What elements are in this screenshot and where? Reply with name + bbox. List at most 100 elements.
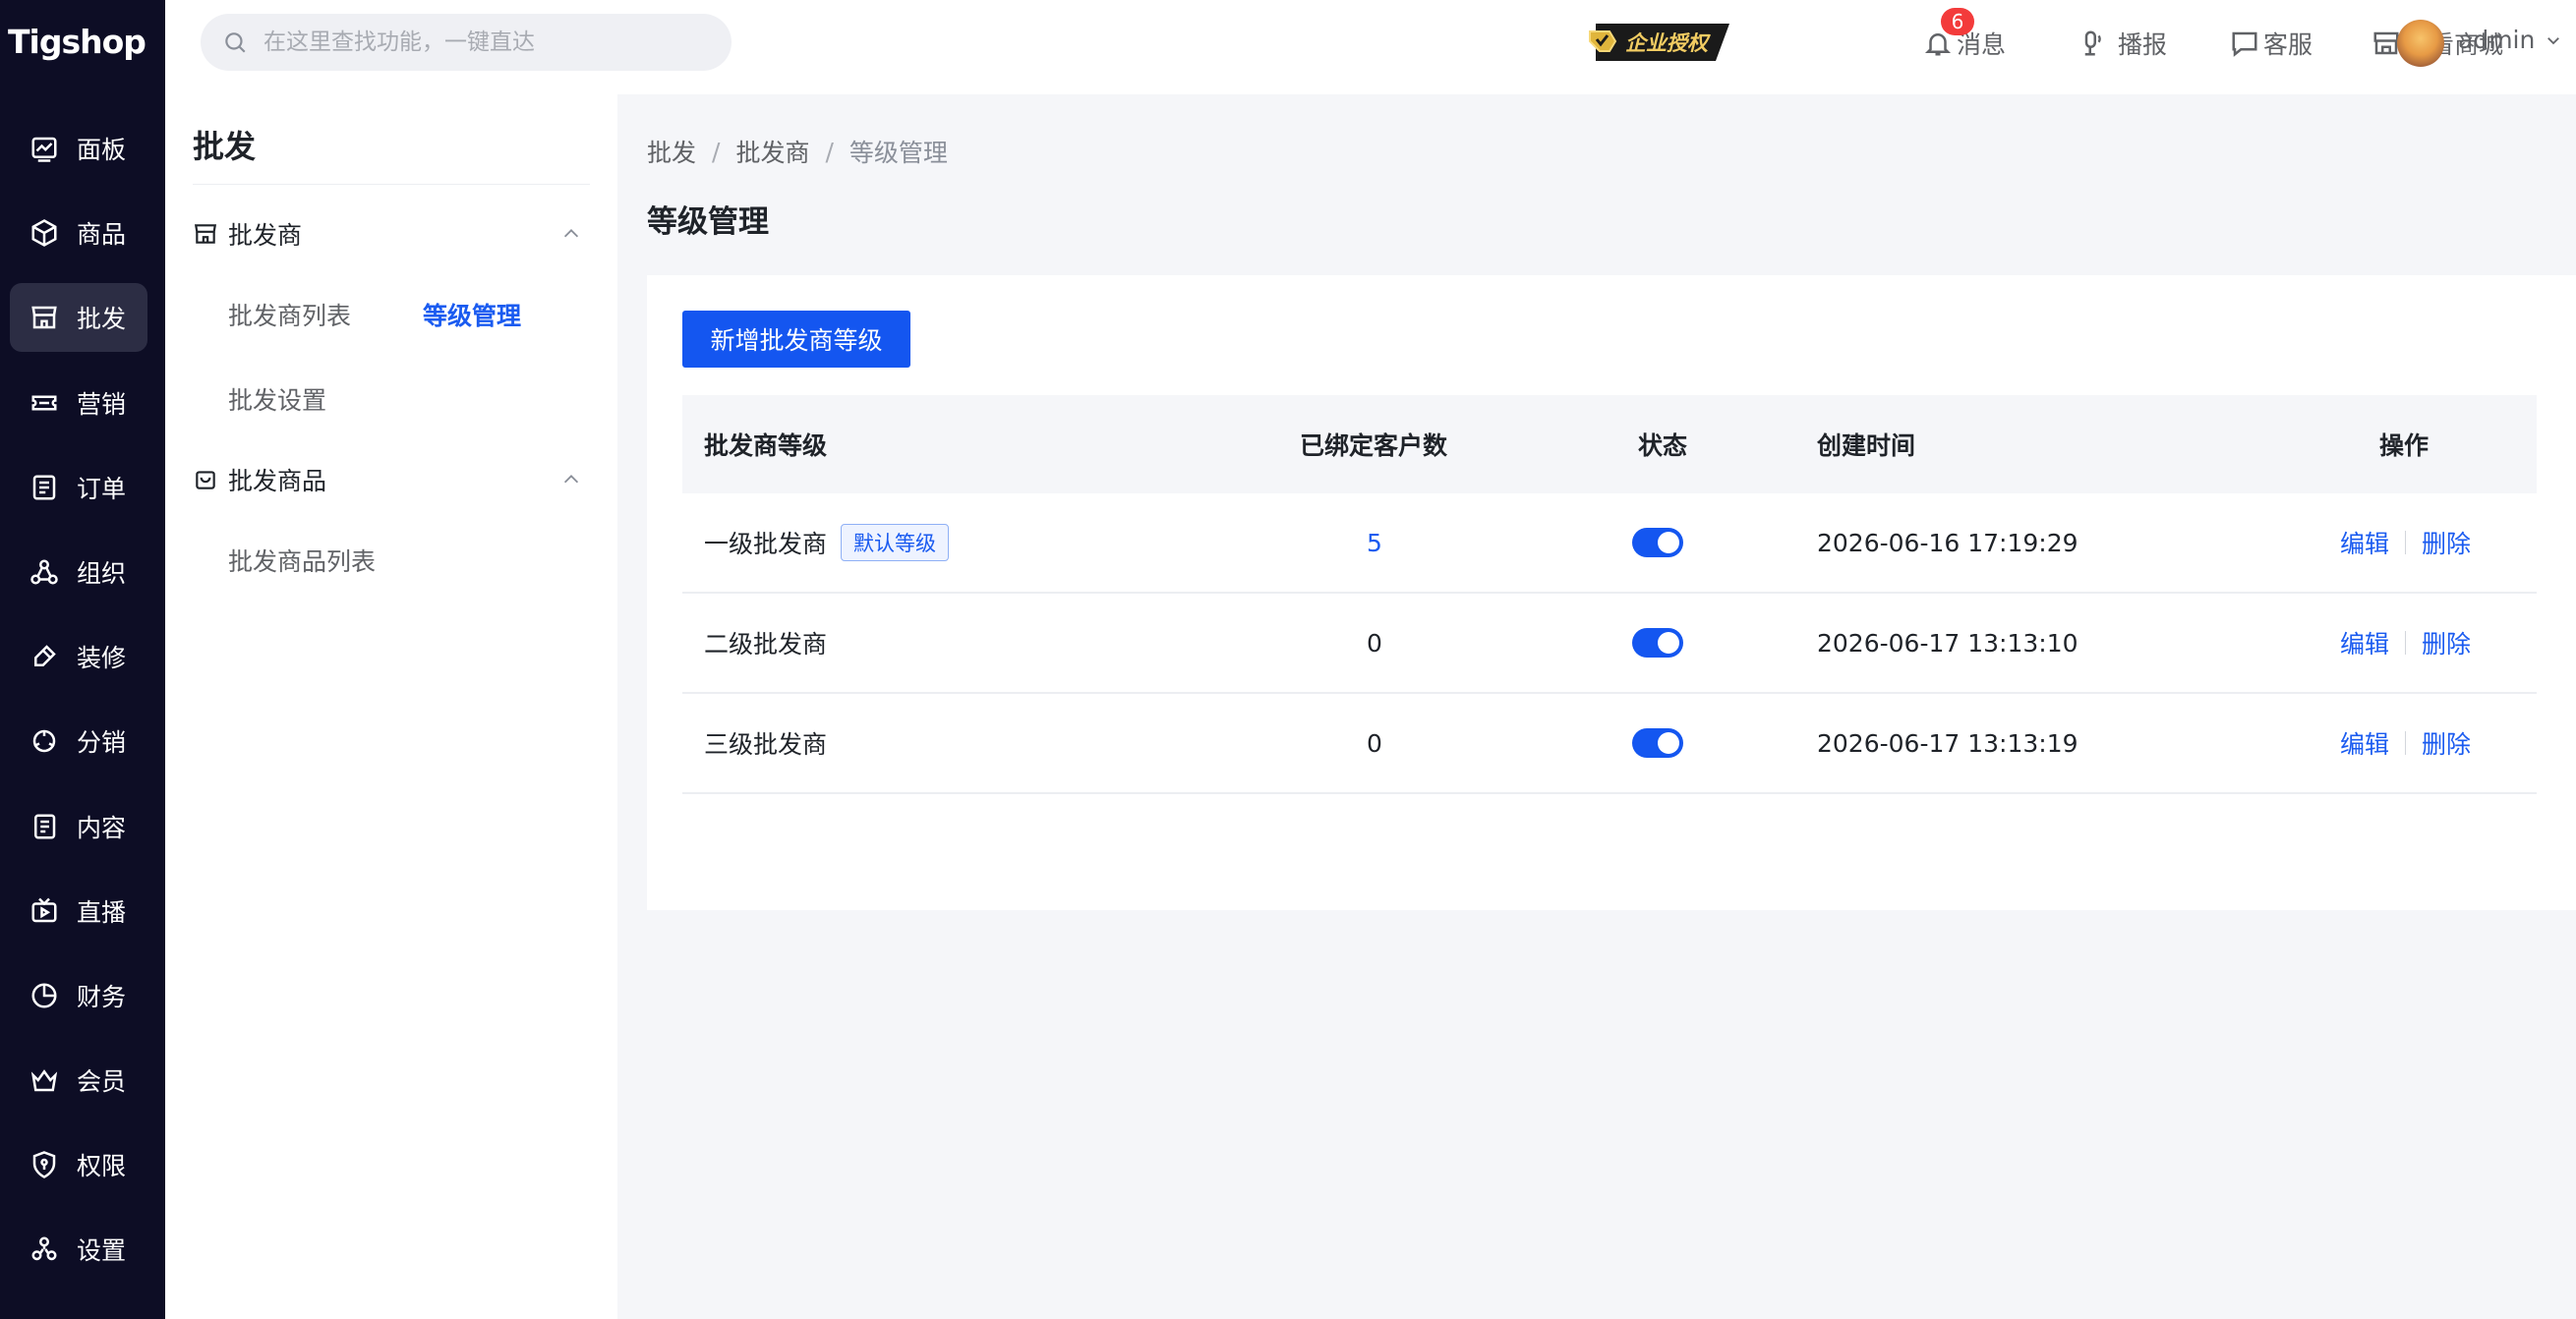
service-button[interactable]: 客服 <box>2230 24 2313 63</box>
breadcrumb-item[interactable]: 批发商 <box>735 134 809 169</box>
finance-icon <box>29 981 59 1010</box>
bag-icon <box>196 471 215 489</box>
permission-icon <box>29 1150 59 1179</box>
submenu-divider <box>193 184 590 185</box>
nav-item-distribution[interactable]: 分销 <box>10 707 147 775</box>
store-icon <box>194 224 217 244</box>
avatar[interactable] <box>2397 20 2444 67</box>
breadcrumb-item[interactable]: 批发 <box>647 134 696 169</box>
nav-label: 批发 <box>77 305 127 334</box>
nav-item-settings[interactable]: 设置 <box>10 1215 147 1284</box>
column-header-bound-count: 已绑定客户数 <box>1300 431 1448 460</box>
chevron-up-icon <box>563 229 579 238</box>
edit-button[interactable]: 编辑 <box>2340 725 2389 761</box>
submenu-title: 批发 <box>193 128 257 165</box>
submenu-group-label: 批发商 <box>228 221 303 250</box>
delete-button[interactable]: 删除 <box>2422 725 2471 761</box>
level-name: 三级批发商 <box>704 730 828 759</box>
nav-label: 装修 <box>77 644 127 673</box>
search-input[interactable] <box>262 29 698 56</box>
search-box[interactable] <box>201 14 732 71</box>
notice-button[interactable]: 6 消息 <box>1923 8 2006 63</box>
enterprise-license-badge[interactable]: 企业授权 <box>1586 20 1729 65</box>
column-header-actions: 操作 <box>2379 431 2430 460</box>
action-divider <box>2405 531 2407 554</box>
submenu-link-wholesaler-list[interactable]: 批发商列表 <box>228 297 351 332</box>
distribution-icon <box>29 726 59 756</box>
table-header: 批发商等级 已绑定客户数 状态 创建时间 操作 <box>682 395 2537 493</box>
bound-count: 0 <box>1367 628 1382 658</box>
chat-icon <box>2232 31 2257 57</box>
column-header-created: 创建时间 <box>1817 431 1916 460</box>
secondary-menu: 批发 批发商 批发商列表 等级管理 批发设置 批发商品 批发商品列表 <box>165 94 617 1319</box>
add-level-button[interactable]: 新增批发商等级 <box>682 311 910 368</box>
nav-item-content[interactable]: 内容 <box>10 792 147 861</box>
order-icon <box>29 473 59 502</box>
breadcrumb: 批发 / 批发商 / 等级管理 <box>647 134 948 169</box>
nav-item-member[interactable]: 会员 <box>10 1046 147 1115</box>
action-divider <box>2405 731 2407 755</box>
broadcast-button[interactable]: 播报 <box>2077 24 2167 63</box>
table-row: 一级批发商 默认等级 5 2026-06-16 17:19:29 编辑 删除 <box>682 493 2537 594</box>
delete-button[interactable]: 删除 <box>2422 625 2471 660</box>
nav-item-order[interactable]: 订单 <box>10 453 147 522</box>
nav-label: 设置 <box>77 1236 127 1266</box>
store-icon <box>29 303 59 332</box>
level-table: 批发商等级 已绑定客户数 状态 创建时间 操作 一级批发商 默认等级 5 202… <box>682 395 2537 794</box>
submenu-group-wholesale-products[interactable]: 批发商品 <box>193 460 598 499</box>
nav-label: 财务 <box>77 982 127 1011</box>
submenu-group-wholesaler[interactable]: 批发商 <box>193 214 598 254</box>
nav-item-dashboard[interactable]: 面板 <box>10 114 147 183</box>
delete-button[interactable]: 删除 <box>2422 525 2471 560</box>
nav-item-product[interactable]: 商品 <box>10 199 147 267</box>
chevron-down-icon <box>2547 36 2560 44</box>
nav-item-marketing[interactable]: 营销 <box>10 369 147 437</box>
column-header-level: 批发商等级 <box>704 431 828 460</box>
submenu-group-label: 批发商品 <box>228 467 327 495</box>
edit-button[interactable]: 编辑 <box>2340 525 2389 560</box>
nav-label: 会员 <box>77 1067 127 1097</box>
service-label: 客服 <box>2263 30 2313 59</box>
main-nav: 面板 商品 批发 营销 订单 组织 装修 分销 内容 直播 财务 会员 权限 设… <box>10 114 147 1300</box>
submenu-link-wholesale-product-list[interactable]: 批发商品列表 <box>228 543 376 578</box>
page-title: 等级管理 <box>647 204 769 240</box>
product-icon <box>29 218 59 248</box>
bound-count-link[interactable]: 5 <box>1367 529 1382 557</box>
settings-icon <box>29 1234 59 1264</box>
level-name: 二级批发商 <box>704 630 828 659</box>
nav-label: 组织 <box>77 558 127 588</box>
user-menu[interactable]: admin <box>2458 26 2562 54</box>
status-switch[interactable] <box>1632 728 1683 758</box>
notice-count-badge: 6 <box>1941 8 1974 35</box>
status-switch[interactable] <box>1632 528 1683 557</box>
organization-icon <box>29 557 59 587</box>
nav-label: 内容 <box>77 813 127 842</box>
action-divider <box>2405 631 2407 655</box>
submenu-link-wholesale-settings[interactable]: 批发设置 <box>228 381 326 417</box>
table-row: 二级批发商 0 2026-06-17 13:13:10 编辑 删除 <box>682 594 2537 694</box>
chevron-up-icon <box>563 475 579 484</box>
user-name: admin <box>2458 26 2536 54</box>
edit-button[interactable]: 编辑 <box>2340 625 2389 660</box>
content-card: 新增批发商等级 批发商等级 已绑定客户数 状态 创建时间 操作 一级批发商 默认… <box>647 275 2576 910</box>
nav-item-permission[interactable]: 权限 <box>10 1130 147 1199</box>
member-icon <box>29 1065 59 1095</box>
nav-label: 订单 <box>77 474 127 503</box>
nav-item-finance[interactable]: 财务 <box>10 961 147 1030</box>
content-icon <box>29 812 59 841</box>
app-logo[interactable]: Tigshop <box>8 14 146 69</box>
submenu-link-level-management[interactable]: 等级管理 <box>423 297 521 332</box>
table-row: 三级批发商 0 2026-06-17 13:13:19 编辑 删除 <box>682 694 2537 794</box>
nav-item-live[interactable]: 直播 <box>10 877 147 946</box>
breadcrumb-separator: / <box>712 137 721 166</box>
broadcast-label: 播报 <box>2118 30 2168 59</box>
nav-label: 直播 <box>77 897 127 927</box>
nav-item-wholesale[interactable]: 批发 <box>10 283 147 353</box>
default-level-tag: 默认等级 <box>841 524 950 561</box>
nav-label: 营销 <box>77 389 127 419</box>
search-icon <box>225 32 246 53</box>
status-switch[interactable] <box>1632 628 1683 658</box>
nav-item-decoration[interactable]: 装修 <box>10 622 147 691</box>
column-header-status: 状态 <box>1638 431 1688 460</box>
nav-item-organization[interactable]: 组织 <box>10 538 147 606</box>
